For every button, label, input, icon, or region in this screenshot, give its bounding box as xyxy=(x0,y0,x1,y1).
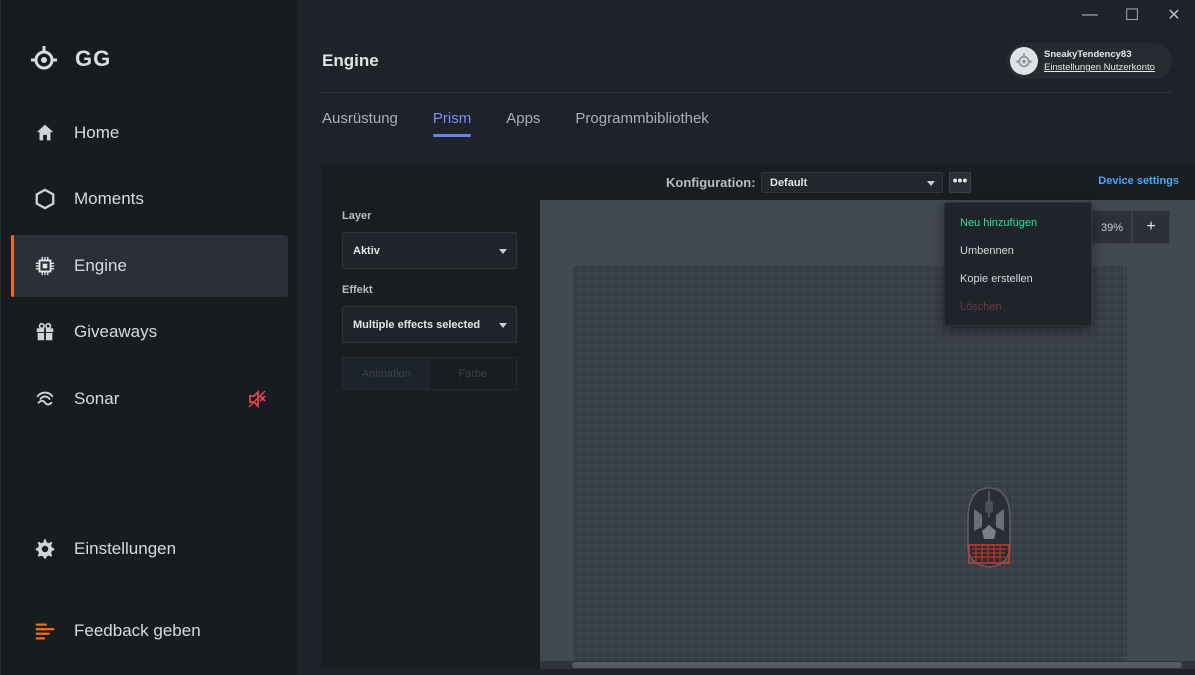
minimize-button[interactable]: — xyxy=(1069,0,1111,30)
device-settings-link[interactable]: Device settings xyxy=(1098,175,1179,187)
sidebar-item-label: Home xyxy=(74,123,120,142)
segment-color[interactable]: Farbe xyxy=(430,358,517,389)
hexagon-icon xyxy=(33,187,57,211)
sidebar-item-label: Feedback geben xyxy=(74,621,201,640)
sidebar-item-feedback[interactable]: Feedback geben xyxy=(11,600,288,662)
sidebar-item-home[interactable]: Home xyxy=(11,102,288,164)
main-area: — ☐ ✕ Engine SneakyTendency83 Einstellun… xyxy=(297,0,1195,675)
layer-label: Layer xyxy=(342,210,372,222)
effect-label: Effekt xyxy=(342,284,373,296)
config-more-button[interactable]: ••• xyxy=(949,172,971,193)
sidebar-item-label: Sonar xyxy=(74,389,120,408)
config-bar: Konfiguration: Default ••• Device settin… xyxy=(321,164,1195,200)
brand[interactable]: GG xyxy=(29,44,111,74)
layer-dropdown-value: Aktiv xyxy=(353,245,380,257)
account-badge[interactable]: SneakyTendency83 Einstellungen Nutzerkon… xyxy=(1007,43,1172,79)
zoom-control: 39% + xyxy=(1092,210,1170,244)
sidebar-item-settings[interactable]: Einstellungen xyxy=(11,518,288,580)
zoom-in-button[interactable]: + xyxy=(1132,210,1170,244)
config-options-menu: Neu hinzufügen Umbennen Kopie erstellen … xyxy=(944,202,1092,326)
brand-name: GG xyxy=(75,46,112,71)
menu-item-delete: Löschen xyxy=(960,301,1002,313)
account-username: SneakyTendency83 xyxy=(1044,49,1132,60)
header-divider xyxy=(322,92,1172,93)
tab-apps[interactable]: Apps xyxy=(506,110,540,127)
tab-prism[interactable]: Prism xyxy=(432,110,472,137)
tab-programmbibliothek[interactable]: Programmbibliothek xyxy=(575,110,708,127)
zoom-level: 39% xyxy=(1092,210,1132,244)
page-title: Engine xyxy=(322,51,379,70)
sidebar: GG Home Moments Engine Giveaways Sonar E… xyxy=(0,0,297,675)
steelseries-avatar-icon xyxy=(1016,53,1032,68)
gear-icon xyxy=(33,537,57,561)
sidebar-item-moments[interactable]: Moments xyxy=(11,168,288,230)
menu-item-duplicate[interactable]: Kopie erstellen xyxy=(960,273,1033,285)
menu-item-rename[interactable]: Umbennen xyxy=(960,245,1014,257)
chevron-down-icon xyxy=(499,249,507,254)
sidebar-item-giveaways[interactable]: Giveaways xyxy=(11,301,288,363)
home-icon xyxy=(33,121,57,145)
account-settings-link[interactable]: Einstellungen Nutzerkonto xyxy=(1044,62,1155,73)
avatar xyxy=(1010,47,1038,75)
tab-ausruestung[interactable]: Ausrüstung xyxy=(322,110,398,127)
menu-item-add-new[interactable]: Neu hinzufügen xyxy=(960,217,1037,229)
scrollbar-thumb[interactable] xyxy=(572,662,1182,668)
effect-dropdown[interactable]: Multiple effects selected xyxy=(342,306,517,343)
close-button[interactable]: ✕ xyxy=(1153,0,1195,30)
maximize-button[interactable]: ☐ xyxy=(1111,0,1153,30)
steelseries-logo-icon xyxy=(31,46,57,70)
device-canvas[interactable]: 39% + xyxy=(540,200,1195,669)
gift-icon xyxy=(33,320,57,344)
mouse-device-icon[interactable] xyxy=(964,487,1014,569)
effect-dropdown-value: Multiple effects selected xyxy=(353,319,481,331)
sidebar-item-label: Engine xyxy=(74,256,127,275)
sonar-icon xyxy=(33,387,57,411)
feedback-icon xyxy=(33,619,57,643)
chip-icon xyxy=(33,254,57,278)
segment-animation[interactable]: Animation xyxy=(343,358,430,389)
sidebar-item-label: Moments xyxy=(74,189,144,208)
sidebar-item-label: Giveaways xyxy=(74,322,158,341)
muted-speaker-icon[interactable] xyxy=(247,389,267,409)
config-label: Konfiguration: xyxy=(666,175,756,190)
effect-type-toggle: Animation Farbe xyxy=(342,357,517,390)
config-select-value: Default xyxy=(770,177,808,189)
window-controls: — ☐ ✕ xyxy=(1069,0,1195,30)
layer-dropdown[interactable]: Aktiv xyxy=(342,232,517,269)
config-select[interactable]: Default xyxy=(761,172,943,193)
chevron-down-icon xyxy=(499,323,507,328)
sidebar-item-label: Einstellungen xyxy=(74,539,177,558)
sidebar-item-sonar[interactable]: Sonar xyxy=(11,368,288,430)
canvas-scrollbar[interactable] xyxy=(540,661,1195,669)
tab-bar: Ausrüstung Prism Apps Programmbibliothek xyxy=(322,110,744,137)
chevron-down-icon xyxy=(927,181,935,186)
sidebar-item-engine[interactable]: Engine xyxy=(11,235,288,297)
